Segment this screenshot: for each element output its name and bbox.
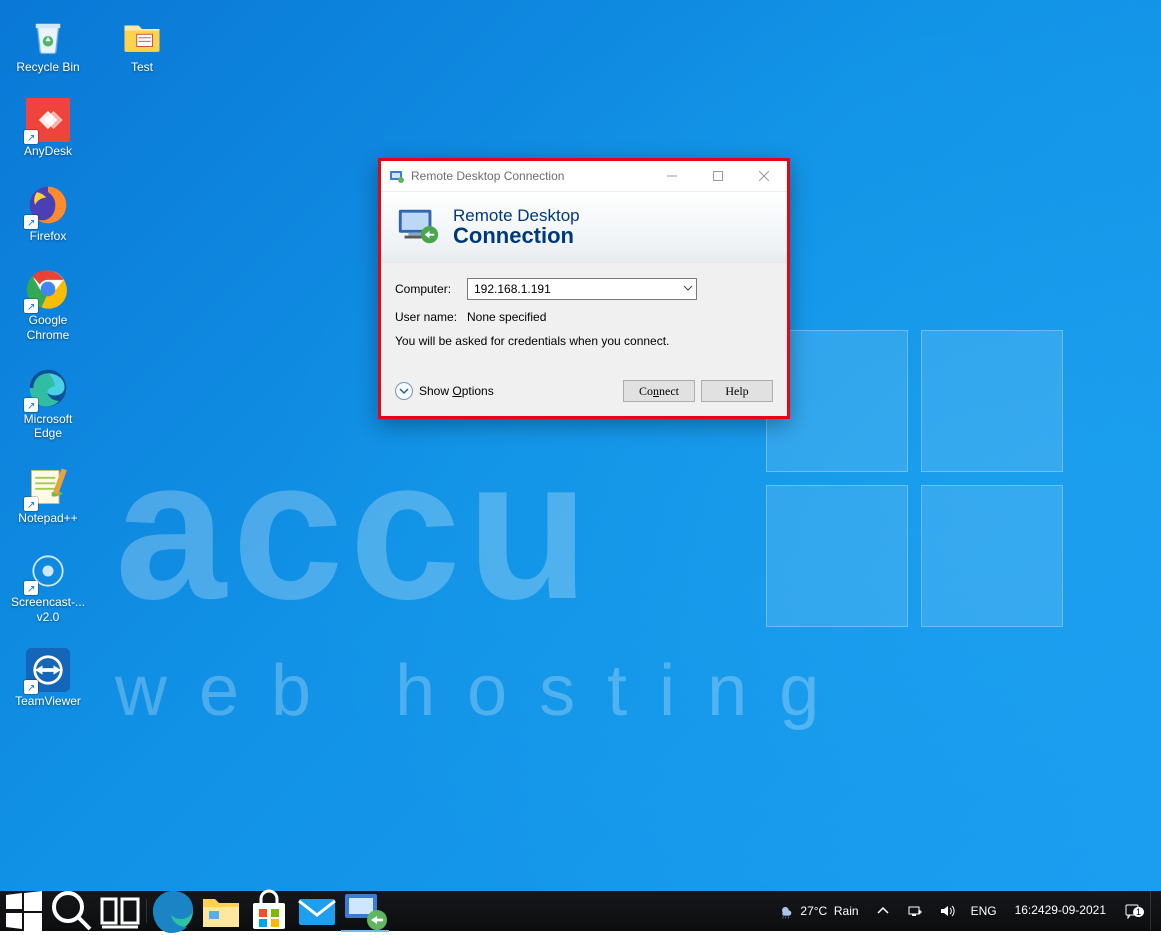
tray-notifications[interactable]: 1 <box>1118 891 1146 931</box>
windows-start-icon <box>0 887 48 935</box>
desktop-icon-screencast[interactable]: Screencast-... v2.0 <box>10 549 86 624</box>
desktop-icons: Recycle Bin Test AnyDesk Firefox <box>10 14 180 708</box>
weather-widget[interactable]: 27°C Rain <box>772 891 864 931</box>
taskbar-edge[interactable] <box>149 891 197 931</box>
show-options-toggle[interactable]: Show Options <box>395 382 494 400</box>
rdc-body: Computer: User name: None specified You … <box>381 263 787 374</box>
maximize-button[interactable] <box>695 161 741 191</box>
screencast-icon <box>26 549 70 593</box>
tray-network[interactable] <box>901 891 929 931</box>
clock-date: 29-09-2021 <box>1045 904 1106 918</box>
search-button[interactable] <box>48 891 96 931</box>
file-explorer-icon <box>197 887 245 935</box>
username-value: None specified <box>467 310 546 324</box>
rdc-titlebar-icon <box>389 168 405 184</box>
desktop-icon-label: Recycle Bin <box>16 60 79 74</box>
desktop-icon-anydesk[interactable]: AnyDesk <box>10 98 86 158</box>
mail-icon <box>293 887 341 935</box>
window-title: Remote Desktop Connection <box>411 169 564 183</box>
taskbar-mail[interactable] <box>293 891 341 931</box>
window-titlebar[interactable]: Remote Desktop Connection <box>381 161 787 191</box>
edge-icon <box>26 366 70 410</box>
desktop-icon-recycle-bin[interactable]: Recycle Bin <box>10 14 86 74</box>
weather-temp: 27°C <box>800 904 827 918</box>
recycle-bin-icon <box>26 14 70 58</box>
clock-time: 16:24 <box>1015 904 1045 918</box>
desktop-icon-test-folder[interactable]: Test <box>104 14 180 74</box>
desktop-icon-firefox[interactable]: Firefox <box>10 183 86 243</box>
desktop-icon-edge[interactable]: Microsoft Edge <box>10 366 86 441</box>
connect-button[interactable]: Connect <box>623 380 695 402</box>
volume-icon <box>939 903 955 919</box>
windows-logo-wallpaper <box>766 330 1066 630</box>
task-view-button[interactable] <box>96 891 144 931</box>
desktop-icon-label: Microsoft Edge <box>24 412 73 441</box>
rdc-banner: Remote Desktop Connection <box>381 191 787 263</box>
minimize-button[interactable] <box>649 161 695 191</box>
computer-input[interactable] <box>467 278 697 300</box>
teamviewer-icon <box>26 648 70 692</box>
desktop-icon-label: Firefox <box>30 229 67 243</box>
show-desktop-button[interactable] <box>1150 891 1157 931</box>
desktop-icon-label: Screencast-... v2.0 <box>11 595 85 624</box>
taskbar-file-explorer[interactable] <box>197 891 245 931</box>
desktop-icon-chrome[interactable]: Google Chrome <box>10 267 86 342</box>
start-button[interactable] <box>0 891 48 931</box>
chevron-up-icon <box>875 903 891 919</box>
search-icon <box>48 887 96 935</box>
taskbar-rdc[interactable] <box>341 890 389 932</box>
desktop-icon-label: Notepad++ <box>18 511 77 525</box>
anydesk-icon <box>26 98 70 142</box>
rdc-highlight-frame: Remote Desktop Connection Remote Desktop <box>378 158 790 419</box>
notepadpp-icon <box>26 465 70 509</box>
username-label: User name: <box>395 310 467 324</box>
weather-rain-icon <box>778 903 794 919</box>
edge-icon <box>149 887 197 935</box>
rdc-icon <box>341 886 389 934</box>
desktop-icon-teamviewer[interactable]: TeamViewer <box>10 648 86 708</box>
store-icon <box>245 887 293 935</box>
desktop-icon-label: TeamViewer <box>15 694 81 708</box>
computer-label: Computer: <box>395 282 467 296</box>
desktop-icon-notepadpp[interactable]: Notepad++ <box>10 465 86 525</box>
task-view-icon <box>96 887 144 935</box>
firefox-icon <box>26 183 70 227</box>
network-icon <box>907 903 923 919</box>
weather-cond: Rain <box>834 904 859 918</box>
desktop-icon-label: Google Chrome <box>27 313 70 342</box>
help-button[interactable]: Help <box>701 380 773 402</box>
tray-language[interactable]: ENG <box>965 891 1003 931</box>
expand-down-icon <box>395 382 413 400</box>
desktop-icon-label: Test <box>131 60 153 74</box>
computer-combobox[interactable] <box>467 278 697 300</box>
banner-line2: Connection <box>453 224 580 247</box>
banner-line1: Remote Desktop <box>453 207 580 225</box>
remote-desktop-connection-window[interactable]: Remote Desktop Connection Remote Desktop <box>381 161 787 416</box>
watermark: a c c u web hosting <box>115 430 851 732</box>
chevron-down-icon[interactable] <box>683 282 693 296</box>
close-button[interactable] <box>741 161 787 191</box>
desktop-icon-label: AnyDesk <box>24 144 72 158</box>
tray-volume[interactable] <box>933 891 961 931</box>
tray-overflow[interactable] <box>869 891 897 931</box>
chrome-icon <box>26 267 70 311</box>
credentials-hint: You will be asked for credentials when y… <box>395 334 773 348</box>
taskbar-store[interactable] <box>245 891 293 931</box>
folder-icon <box>120 14 164 58</box>
desktop[interactable]: a c c u web hosting Recycle Bin Test <box>0 0 1161 891</box>
rdc-footer: Show Options Connect Help <box>381 374 787 416</box>
rdc-banner-icon <box>395 204 441 250</box>
tray-clock[interactable]: 16:24 29-09-2021 <box>1007 891 1114 931</box>
taskbar[interactable]: 27°C Rain ENG 16:24 29-09-2021 1 <box>0 891 1161 931</box>
